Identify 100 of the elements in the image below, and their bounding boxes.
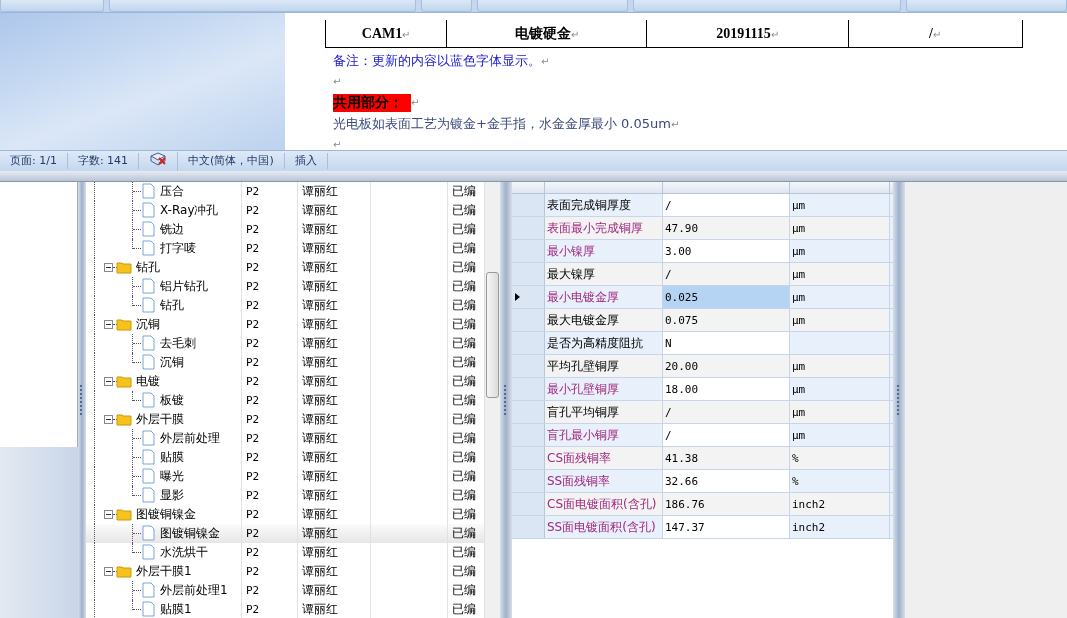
spell-check-icon[interactable] xyxy=(149,151,168,166)
table-cell: P2 xyxy=(246,299,260,312)
tree-label[interactable]: 铝片钻孔 xyxy=(158,278,210,295)
folder-icon xyxy=(116,564,132,578)
collapse-icon[interactable] xyxy=(104,567,113,576)
table-cell: P2 xyxy=(246,204,260,217)
property-value[interactable]: 0.025 xyxy=(665,290,699,304)
table-cell: 谭丽红 xyxy=(302,563,338,580)
table-cell: P2 xyxy=(246,375,260,388)
table-cell: 已编 xyxy=(452,297,476,314)
folder-icon xyxy=(116,374,132,388)
property-value[interactable]: 0.075 xyxy=(665,313,699,327)
tree-label[interactable]: 外层干膜1 xyxy=(134,563,194,580)
unit-text: inch2 xyxy=(792,497,826,511)
folder-icon xyxy=(116,317,132,331)
table-cell: CAM1↵ xyxy=(361,25,411,42)
table-cell: 谭丽红 xyxy=(302,487,338,504)
table-cell: 谭丽红 xyxy=(302,202,338,219)
unit-text: μm xyxy=(792,244,806,258)
tree-label[interactable]: 图镀铜镍金 xyxy=(134,506,198,523)
status-text[interactable]: 插入 xyxy=(284,153,328,169)
table-cell: 谭丽红 xyxy=(302,183,338,200)
table-cell: P2 xyxy=(246,280,260,293)
tree-label[interactable]: 打字唛 xyxy=(158,240,198,257)
tree-label[interactable]: 曝光 xyxy=(158,468,186,485)
table-cell: P2 xyxy=(246,508,260,521)
table-cell: 已编 xyxy=(452,183,476,200)
row-header[interactable] xyxy=(512,286,545,308)
unit-text: μm xyxy=(792,405,806,419)
tree-label[interactable]: 贴膜 xyxy=(158,449,186,466)
splitter-handle[interactable] xyxy=(893,182,905,618)
property-value[interactable]: / xyxy=(665,198,672,212)
status-text[interactable]: 页面: 1/1 xyxy=(0,153,68,169)
collapse-icon[interactable] xyxy=(104,320,113,329)
property-value[interactable]: N xyxy=(665,336,672,350)
tree-label[interactable]: 沉铜 xyxy=(158,354,186,371)
collapse-icon[interactable] xyxy=(104,510,113,519)
tree-label[interactable]: 板镀 xyxy=(158,392,186,409)
document-icon xyxy=(142,430,155,446)
unit-text: μm xyxy=(792,313,806,327)
table-cell: P2 xyxy=(246,394,260,407)
scrollbar[interactable] xyxy=(484,182,500,618)
collapse-icon[interactable] xyxy=(104,415,113,424)
table-cell: 谭丽红 xyxy=(302,259,338,276)
folder-icon xyxy=(116,260,132,274)
table-cell: 谭丽红 xyxy=(302,582,338,599)
property-value[interactable]: 18.00 xyxy=(665,382,699,396)
tree-label[interactable]: 图镀铜镍金 xyxy=(158,525,222,542)
tree-row[interactable]: 图镀铜镍金 P2 谭丽红 已编 xyxy=(86,524,485,543)
property-value[interactable]: 20.00 xyxy=(665,359,699,373)
table-cell: 已编 xyxy=(452,506,476,523)
property-value[interactable]: / xyxy=(665,428,672,442)
tree-label[interactable]: 外层前处理 xyxy=(158,430,222,447)
table-cell: P2 xyxy=(246,356,260,369)
tree-label[interactable]: 铣边 xyxy=(158,221,186,238)
table-cell: 谭丽红 xyxy=(302,392,338,409)
status-text[interactable]: 字数: 141 xyxy=(67,153,140,169)
property-value[interactable]: 32.66 xyxy=(665,474,699,488)
property-name: 盲孔最小铜厚 xyxy=(547,426,619,444)
splitter-bar[interactable] xyxy=(0,171,1067,182)
paragraph-mark: ↵ xyxy=(333,139,342,150)
table-cell: 已编 xyxy=(452,544,476,561)
table-cell: 谭丽红 xyxy=(302,544,338,561)
property-value[interactable]: / xyxy=(665,267,672,281)
tree-label[interactable]: 压合 xyxy=(158,183,186,200)
tree-label[interactable]: X-Ray冲孔 xyxy=(158,202,221,219)
splitter-handle[interactable] xyxy=(78,182,86,618)
note-text: 备注：更新的内容以蓝色字体显示。↵ xyxy=(333,51,550,70)
table-cell: 20191115↵ xyxy=(716,25,779,42)
tree-label[interactable]: 贴膜1 xyxy=(158,601,194,618)
property-name: 最大电镀金厚 xyxy=(547,311,619,329)
property-value[interactable]: 3.00 xyxy=(665,244,692,258)
table-cell: 谭丽红 xyxy=(302,506,338,523)
heading-text: 共用部分： xyxy=(333,93,411,112)
collapse-icon[interactable] xyxy=(104,377,113,386)
collapse-icon[interactable] xyxy=(104,263,113,272)
property-value[interactable]: 47.90 xyxy=(665,221,699,235)
table-cell: 谭丽红 xyxy=(302,316,338,333)
property-value[interactable]: / xyxy=(665,405,672,419)
property-value[interactable]: 41.38 xyxy=(665,451,699,465)
tree-label[interactable]: 钻孔 xyxy=(158,297,186,314)
tree-label[interactable]: 去毛刺 xyxy=(158,335,198,352)
table-cell: P2 xyxy=(246,223,260,236)
table-cell: 谭丽红 xyxy=(302,411,338,428)
status-text[interactable]: 中文(简体，中国) xyxy=(178,153,285,169)
tree-label[interactable]: 沉铜 xyxy=(134,316,162,333)
document-icon xyxy=(142,582,155,598)
tree-label[interactable]: 钻孔 xyxy=(134,259,162,276)
tree-label[interactable]: 外层前处理1 xyxy=(158,582,230,599)
property-name: 最大镍厚 xyxy=(547,265,595,283)
tree-label[interactable]: 显影 xyxy=(158,487,186,504)
tree-label[interactable]: 电镀 xyxy=(134,373,162,390)
property-name: CS面残铜率 xyxy=(547,449,611,467)
splitter-handle[interactable] xyxy=(500,182,512,618)
table-cell: 谭丽红 xyxy=(302,449,338,466)
table-cell: 已编 xyxy=(452,221,476,238)
tree-label[interactable]: 外层干膜 xyxy=(134,411,186,428)
table-cell: P2 xyxy=(246,337,260,350)
property-name: 是否为高精度阻抗 xyxy=(547,334,643,352)
tree-label[interactable]: 水洗烘干 xyxy=(158,544,210,561)
